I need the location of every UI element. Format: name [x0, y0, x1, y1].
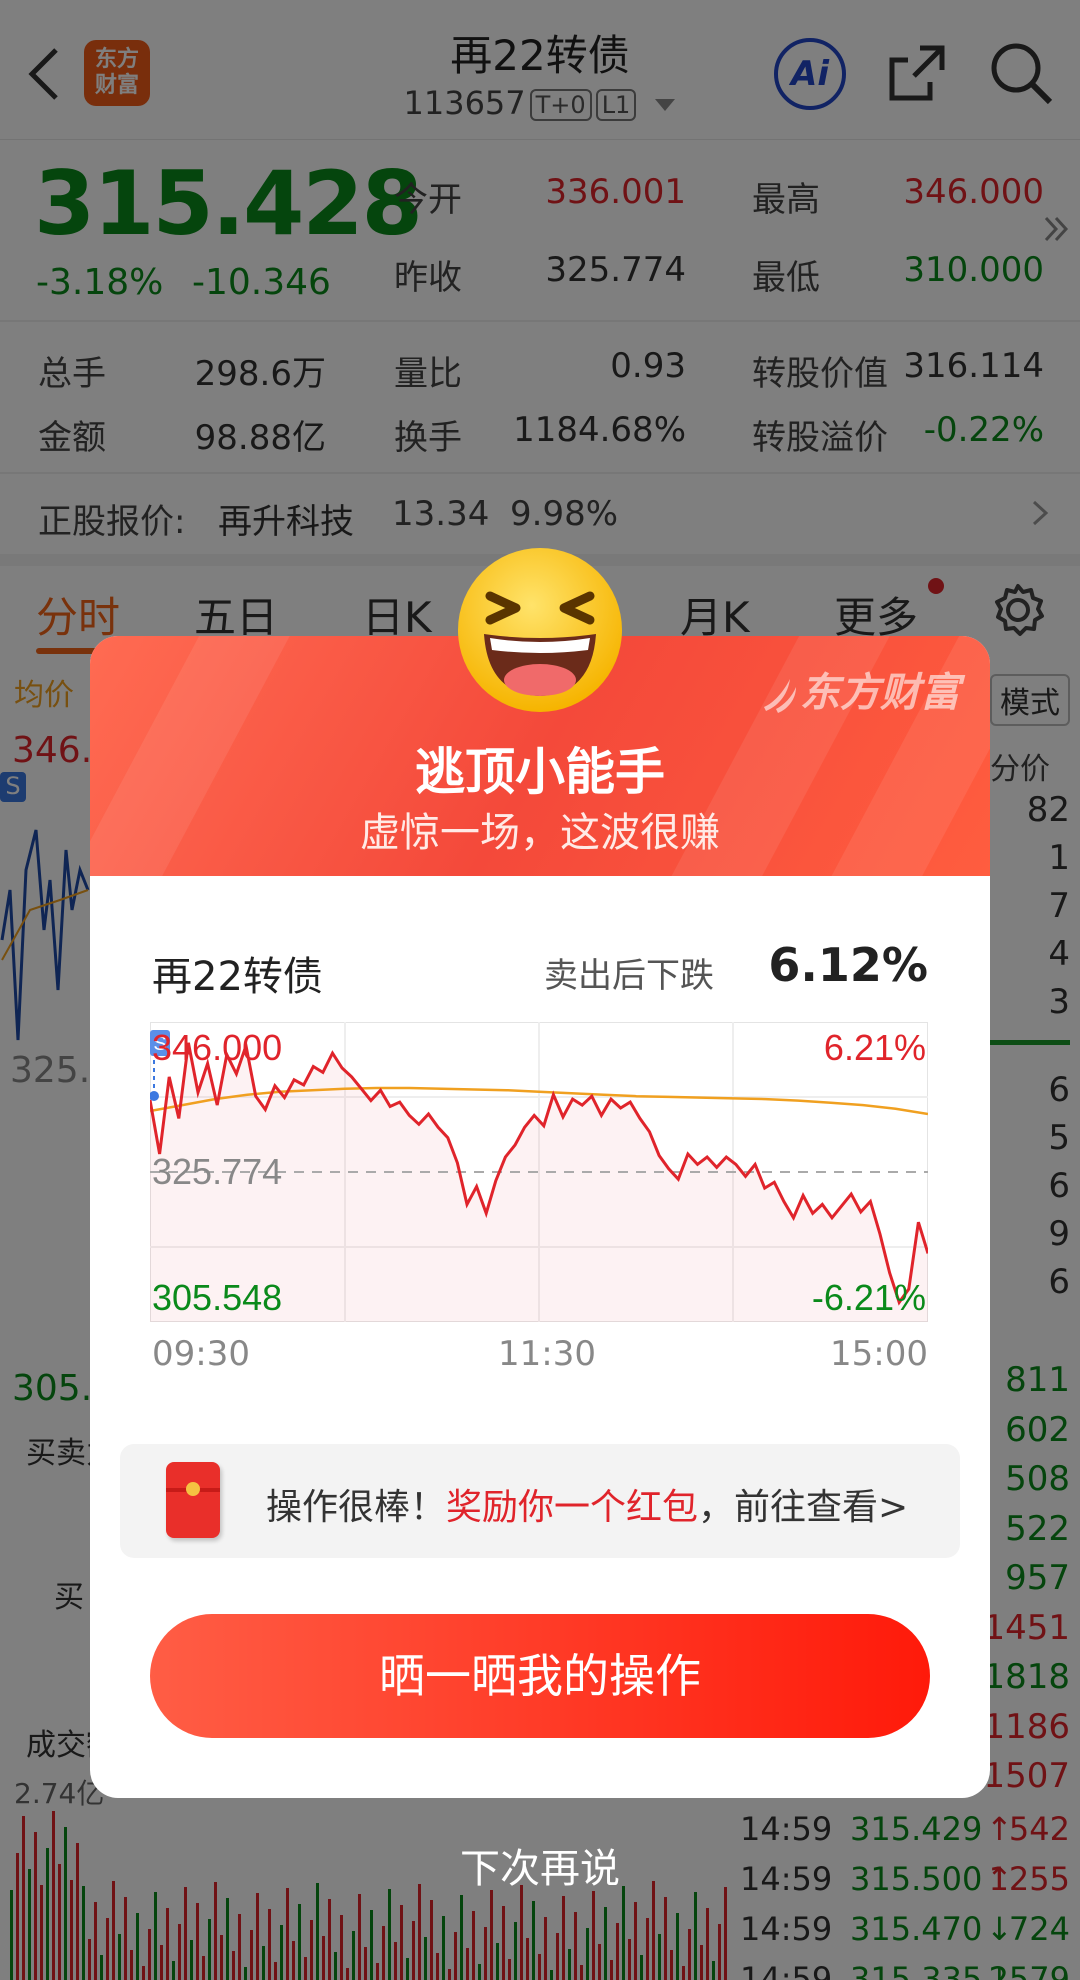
brand-watermark: 东方财富 [760, 660, 960, 718]
bond-name: 再22转债 [152, 954, 323, 1000]
intraday-chart: S 346.000 325.774 305.548 6.21% -6.21% [150, 1022, 928, 1322]
share-operation-button[interactable]: 晒一晒我的操作 [150, 1614, 930, 1738]
y-mid-label: 325.774 [152, 1151, 282, 1192]
brand-logo-icon [764, 679, 796, 713]
pct-bottom-label: -6.21% [812, 1277, 926, 1318]
y-top-label: 346.000 [152, 1027, 282, 1068]
pct-top-label: 6.21% [824, 1027, 926, 1068]
drop-after-sell-label: 卖出后下跌 [544, 956, 714, 996]
reward-message: 操作很棒！奖励你一个红包，前往查看> [266, 1487, 909, 1528]
x-tick-start: 09:30 [152, 1334, 250, 1374]
y-bottom-label: 305.548 [152, 1277, 282, 1318]
red-packet-banner[interactable]: 操作很棒！奖励你一个红包，前往查看> [120, 1444, 960, 1558]
x-tick-mid: 11:30 [498, 1334, 596, 1374]
dismiss-later-link[interactable]: 下次再说 [0, 1836, 1080, 1894]
drop-after-sell-value: 6.12% [768, 938, 928, 992]
red-envelope-icon [166, 1462, 220, 1538]
laughing-emoji-icon [458, 548, 622, 712]
modal-title: 逃顶小能手 [415, 743, 665, 801]
x-tick-end: 15:00 [830, 1334, 928, 1374]
achievement-modal: 东方财富 逃顶小能手 虚惊一场，这波很赚 再22转债 卖出后下跌 6.12% S… [90, 636, 990, 1798]
modal-subtitle: 虚惊一场，这波很赚 [360, 810, 720, 856]
